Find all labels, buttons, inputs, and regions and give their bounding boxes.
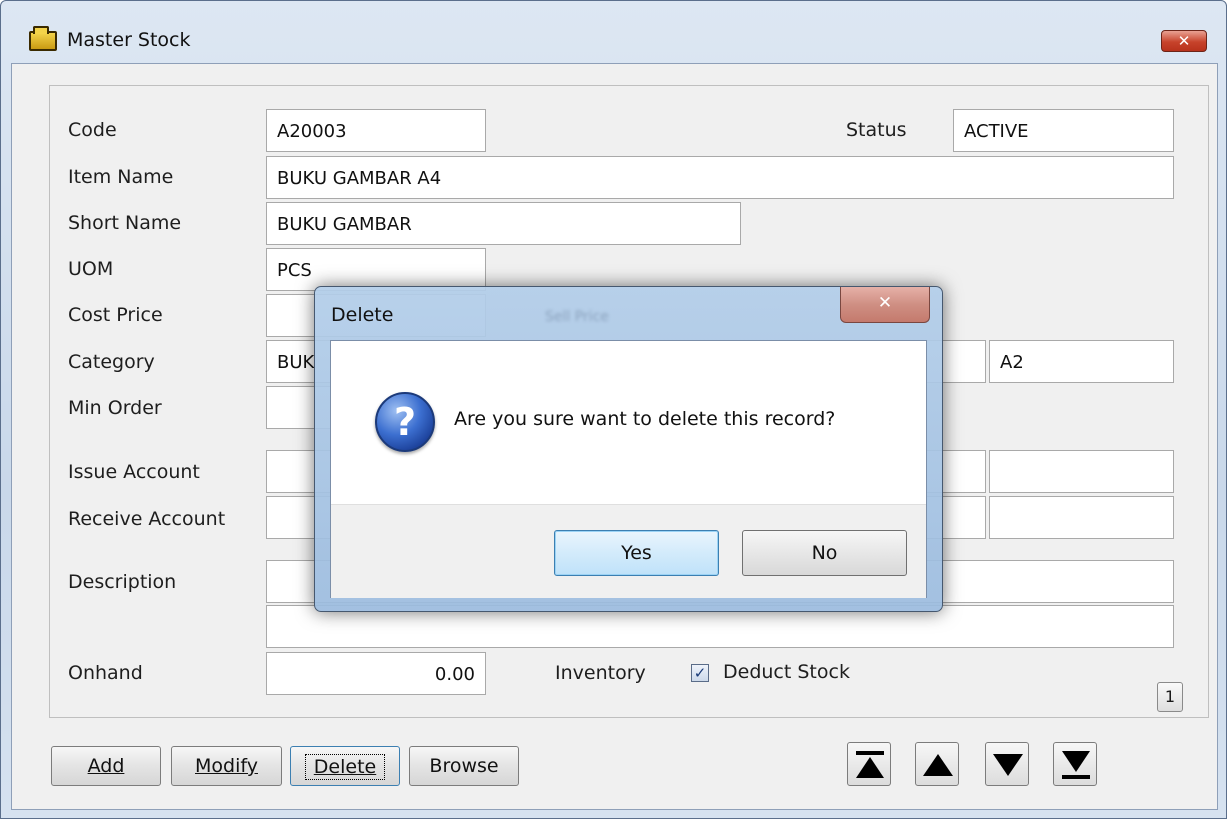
category-label: Category bbox=[68, 351, 155, 373]
uom-field[interactable]: PCS bbox=[266, 248, 486, 291]
last-record-icon bbox=[1062, 751, 1090, 779]
next-record-icon bbox=[993, 754, 1023, 776]
window-title: Master Stock bbox=[67, 29, 191, 51]
first-record-button[interactable] bbox=[847, 742, 891, 786]
page-number-button[interactable]: 1 bbox=[1157, 682, 1183, 712]
deduct-stock-checkbox[interactable]: ✓ bbox=[691, 664, 709, 682]
issue-account-label: Issue Account bbox=[68, 461, 200, 483]
browse-button-label: Browse bbox=[429, 755, 499, 777]
category-code-field[interactable]: A2 bbox=[989, 340, 1174, 383]
item-name-field[interactable]: BUKU GAMBAR A4 bbox=[266, 156, 1174, 199]
window-close-button[interactable]: ✕ bbox=[1161, 30, 1207, 52]
dialog-footer: Yes No bbox=[331, 504, 926, 598]
add-button[interactable]: Add bbox=[51, 746, 161, 786]
uom-label: UOM bbox=[68, 258, 114, 280]
previous-record-button[interactable] bbox=[915, 742, 959, 786]
modify-button[interactable]: Modify bbox=[171, 746, 282, 786]
short-name-label: Short Name bbox=[68, 212, 182, 234]
last-record-button[interactable] bbox=[1053, 742, 1097, 786]
status-field[interactable]: ACTIVE bbox=[953, 109, 1174, 152]
delete-dialog: Delete Sell Price ✕ ? Are you sure want … bbox=[314, 286, 943, 612]
item-name-label: Item Name bbox=[68, 166, 174, 188]
status-label: Status bbox=[846, 119, 907, 141]
min-order-label: Min Order bbox=[68, 397, 162, 419]
deduct-stock-label[interactable]: Deduct Stock bbox=[723, 661, 850, 683]
folder-icon bbox=[29, 26, 57, 51]
no-button[interactable]: No bbox=[742, 530, 907, 576]
inventory-label: Inventory bbox=[555, 662, 646, 684]
master-stock-window: Master Stock ✕ Code A20003 Status ACTIVE… bbox=[0, 0, 1227, 819]
delete-button-label: Delete bbox=[313, 756, 377, 778]
title-bar[interactable]: Master Stock ✕ bbox=[1, 1, 1226, 63]
modify-button-label: Modify bbox=[195, 755, 258, 777]
yes-button[interactable]: Yes bbox=[554, 530, 719, 576]
dialog-close-button[interactable]: ✕ bbox=[840, 287, 930, 323]
dialog-message: Are you sure want to delete this record? bbox=[454, 408, 836, 430]
code-label: Code bbox=[68, 119, 117, 141]
description-label: Description bbox=[68, 571, 177, 593]
next-record-button[interactable] bbox=[985, 742, 1029, 786]
browse-button[interactable]: Browse bbox=[409, 746, 519, 786]
issue-account-code-field[interactable] bbox=[989, 450, 1174, 493]
onhand-field[interactable]: 0.00 bbox=[266, 652, 486, 695]
dialog-title: Delete bbox=[331, 304, 394, 326]
previous-record-icon bbox=[923, 754, 953, 776]
receive-account-code-field[interactable] bbox=[989, 496, 1174, 539]
delete-button[interactable]: Delete bbox=[290, 746, 400, 786]
receive-account-label: Receive Account bbox=[68, 508, 226, 530]
first-record-icon bbox=[856, 751, 884, 778]
cost-price-label: Cost Price bbox=[68, 304, 163, 326]
dialog-background-ghost-text: Sell Price bbox=[545, 309, 609, 325]
code-field[interactable]: A20003 bbox=[266, 109, 486, 152]
short-name-field[interactable]: BUKU GAMBAR bbox=[266, 202, 741, 245]
onhand-label: Onhand bbox=[68, 662, 143, 684]
dialog-body: ? Are you sure want to delete this recor… bbox=[330, 340, 927, 598]
question-icon: ? bbox=[375, 392, 435, 452]
add-button-label: Add bbox=[87, 755, 125, 777]
